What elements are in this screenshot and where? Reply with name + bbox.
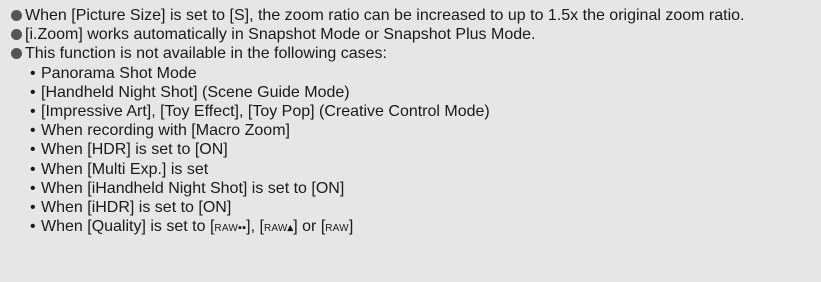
sub-bullet: • <box>30 141 36 159</box>
bullet-icon <box>11 10 22 21</box>
sub-bullet: • <box>30 160 36 178</box>
raw-only-quality-icon: RAW <box>325 224 349 234</box>
case-item: • When recording with [Macro Zoom] <box>30 121 811 140</box>
case-text: When [Multi Exp.] is set <box>41 160 209 178</box>
sub-bullet: • <box>30 64 36 82</box>
notes-box: When [Picture Size] is set to [S], the z… <box>0 0 821 282</box>
case-item: • When [Multi Exp.] is set <box>30 160 811 179</box>
raw-icon-label: RAW <box>214 223 238 235</box>
sub-bullet: • <box>30 179 36 197</box>
note-text: [i.Zoom] works automatically in Snapshot… <box>25 26 536 44</box>
sub-bullet: • <box>30 218 36 236</box>
bullet-icon <box>11 48 22 60</box>
quality-separator: ], [ <box>246 218 264 236</box>
raw-icon-label: RAW <box>325 223 349 235</box>
sub-bullet: • <box>30 122 36 140</box>
case-item: • When [iHandheld Night Shot] is set to … <box>30 179 811 198</box>
case-item: • [Handheld Night Shot] (Scene Guide Mod… <box>30 83 811 102</box>
note-item: This function is not available in the fo… <box>11 44 811 63</box>
unavailable-cases-list: • Panorama Shot Mode • [Handheld Night S… <box>11 64 811 237</box>
quality-separator: ] or [ <box>293 218 326 236</box>
sub-bullet: • <box>30 83 36 101</box>
note-item: When [Picture Size] is set to [S], the z… <box>11 6 811 25</box>
bullet-icon <box>11 29 22 41</box>
case-text: [Impressive Art], [Toy Effect], [Toy Pop… <box>41 103 490 121</box>
case-text: When [iHDR] is set to [ON] <box>41 199 232 217</box>
note-text: This function is not available in the fo… <box>25 45 387 63</box>
case-text: [Handheld Night Shot] (Scene Guide Mode) <box>41 83 350 101</box>
note-item: [i.Zoom] works automatically in Snapshot… <box>11 25 811 44</box>
case-item: • Panorama Shot Mode <box>30 64 811 83</box>
case-item-quality: • When [Quality] is set to [RAW▪▪], [RAW… <box>30 217 811 236</box>
sub-bullet: • <box>30 199 36 217</box>
quality-prefix: When [Quality] is set to [ <box>41 218 215 236</box>
case-text: Panorama Shot Mode <box>41 64 197 82</box>
case-text: When [HDR] is set to [ON] <box>41 141 228 159</box>
raw-fine-quality-icon: RAW▪▪ <box>214 223 246 234</box>
quality-suffix: ] <box>348 218 354 236</box>
case-item: • [Impressive Art], [Toy Effect], [Toy P… <box>30 102 811 121</box>
case-text: When [iHandheld Night Shot] is set to [O… <box>41 179 345 197</box>
raw-icon-label: RAW <box>263 223 288 235</box>
note-text: When [Picture Size] is set to [S], the z… <box>25 7 745 24</box>
case-item: • When [iHDR] is set to [ON] <box>30 198 811 217</box>
fine-quality-glyph: ▪▪ <box>237 222 247 235</box>
sub-bullet: • <box>30 103 36 121</box>
raw-standard-quality-icon: RAW▴ <box>264 223 293 234</box>
case-item: • When [HDR] is set to [ON] <box>30 140 811 159</box>
case-text: When recording with [Macro Zoom] <box>41 122 290 140</box>
